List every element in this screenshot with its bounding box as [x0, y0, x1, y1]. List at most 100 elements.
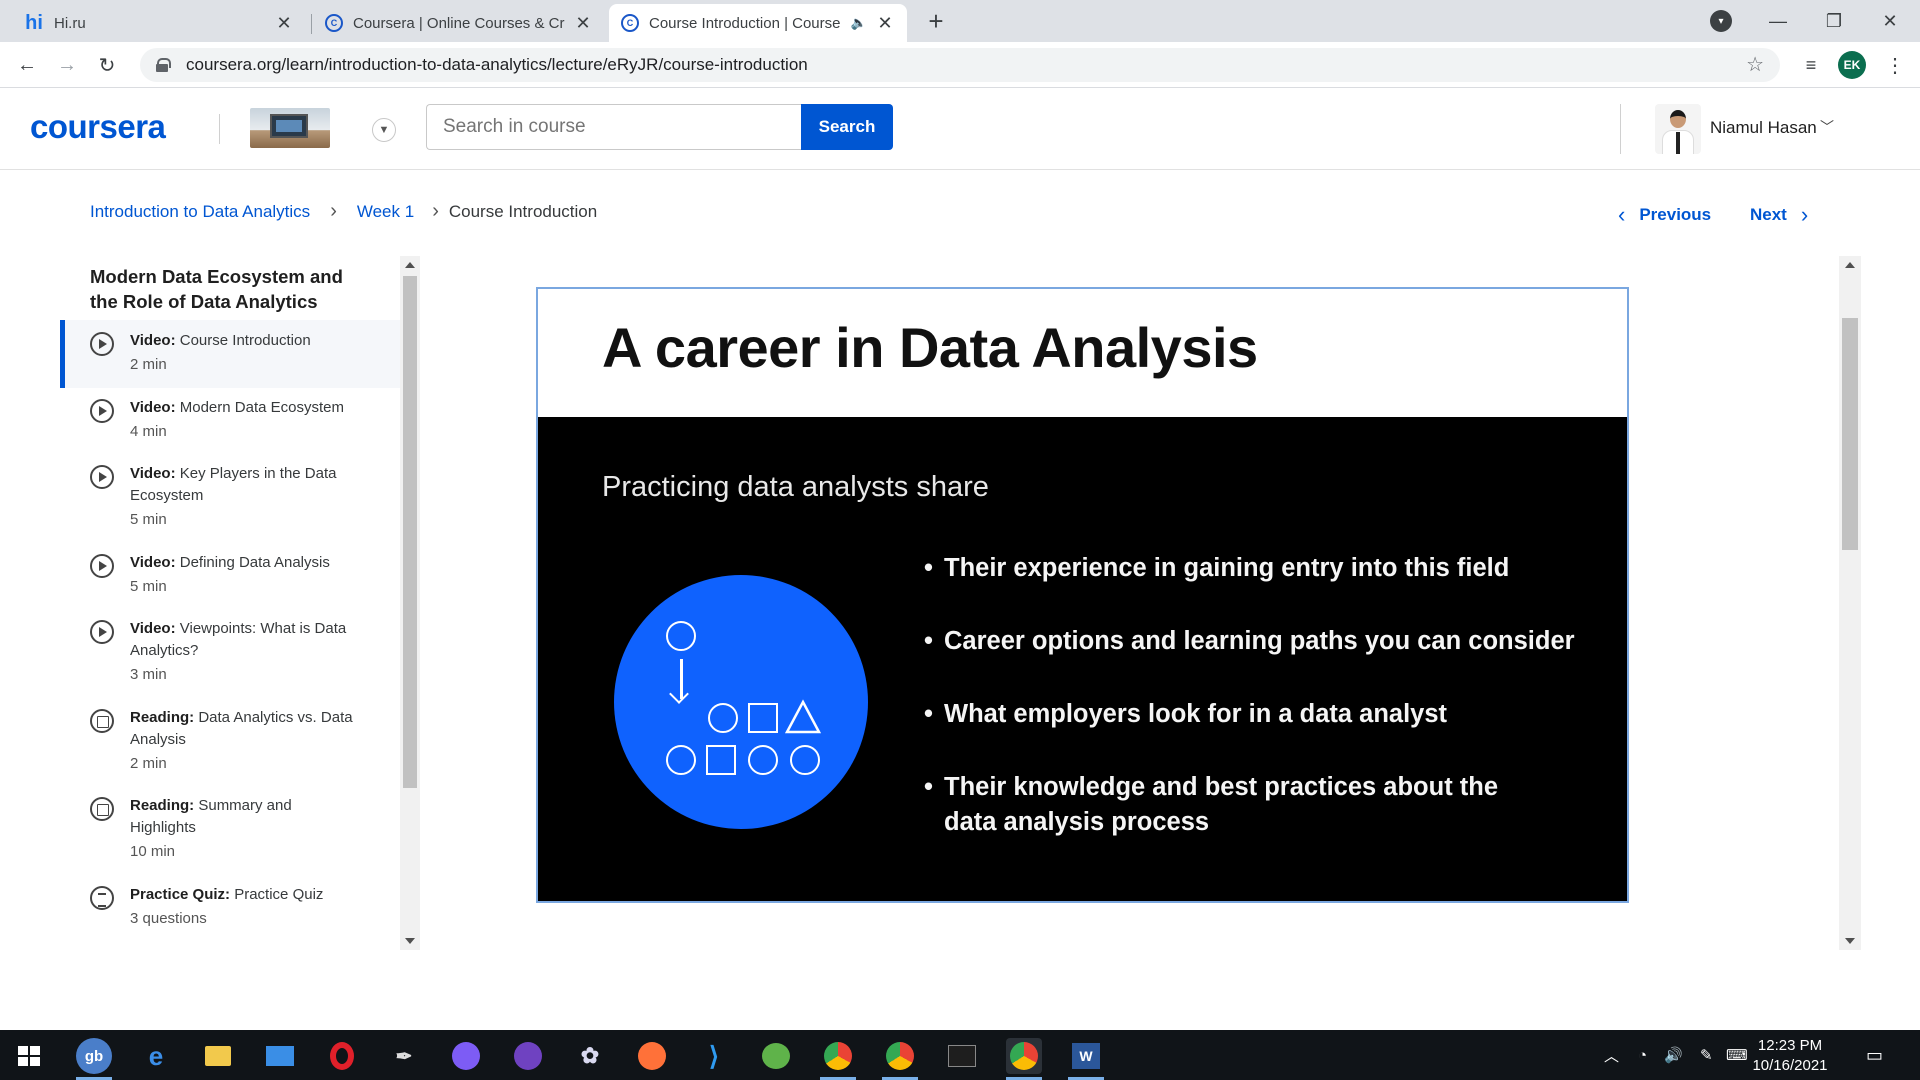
minimize-button[interactable]: — — [1750, 0, 1806, 42]
scroll-down-arrow-icon[interactable] — [1845, 938, 1855, 944]
sidebar-item-analytics-vs-analysis[interactable]: Reading: Data Analytics vs. Data Analysi… — [60, 697, 400, 775]
tab-coursera-home[interactable]: C Coursera | Online Courses & Cred ✕ — [313, 4, 605, 42]
maximize-button[interactable]: ❐ — [1806, 0, 1862, 42]
sidebar-item-course-introduction[interactable]: Video: Course Introduction 2 min — [60, 320, 400, 388]
scroll-up-arrow-icon[interactable] — [1845, 262, 1855, 268]
address-bar[interactable]: coursera.org/learn/introduction-to-data-… — [140, 48, 1780, 82]
tab-course-introduction[interactable]: C Course Introduction | Course 🔈 ✕ — [609, 4, 907, 42]
menu-kebab-icon[interactable]: ⋮ — [1880, 50, 1910, 80]
sidebar-item-key-players[interactable]: Video: Key Players in the Data Ecosystem… — [60, 453, 400, 531]
play-icon — [90, 332, 114, 356]
chevron-right-icon: › — [1800, 202, 1809, 227]
chrome-profile-ek-icon[interactable] — [1006, 1038, 1042, 1080]
lock-icon[interactable] — [156, 58, 171, 72]
notifications-icon[interactable]: ▭ — [1866, 1030, 1883, 1080]
item-type: Practice Quiz: — [130, 886, 231, 903]
wifi-icon[interactable]: ◔ — [1638, 1030, 1647, 1080]
item-title: Modern Data Ecosystem — [179, 399, 344, 416]
previous-button[interactable]: ‹ Previous — [1604, 202, 1711, 228]
item-type: Reading: — [130, 797, 195, 814]
bookmark-star-icon[interactable]: ☆ — [1746, 52, 1764, 77]
mail-icon[interactable] — [262, 1038, 298, 1074]
profile-avatar[interactable]: EK — [1838, 51, 1866, 79]
tab-title: Hi.ru — [54, 14, 86, 32]
sidebar-item-summary-highlights[interactable]: Reading: Summary and Highlights 10 min — [60, 785, 400, 863]
course-thumbnail[interactable] — [250, 108, 330, 148]
chrome-alt-icon[interactable] — [882, 1038, 918, 1080]
pen-icon[interactable]: ✎ — [1700, 1030, 1713, 1080]
close-icon[interactable]: ✕ — [573, 13, 593, 34]
windows-taskbar: gb e ✒ ✿ ⟩ W ︿ ◔ 🔊 ✎ ⌨ 12:23 PM 10/16/20… — [0, 1030, 1920, 1080]
quiz-icon — [90, 886, 114, 910]
tab-hi-ru[interactable]: hi Hi.ru ✕ — [12, 4, 306, 42]
scrollbar-thumb[interactable] — [1842, 318, 1858, 550]
close-icon[interactable]: ✕ — [875, 13, 895, 34]
scroll-down-arrow-icon[interactable] — [405, 938, 415, 944]
reload-icon[interactable]: ↻ — [92, 50, 122, 80]
firefox-icon[interactable] — [634, 1038, 670, 1074]
pinwheel-app-icon[interactable]: ✿ — [572, 1038, 608, 1074]
terminal-icon[interactable] — [944, 1038, 980, 1074]
sidebar-item-modern-data-ecosystem[interactable]: Video: Modern Data Ecosystem 4 min — [60, 387, 400, 443]
breadcrumb-week-link[interactable]: Week 1 — [357, 202, 414, 222]
sidebar-item-defining-data-analysis[interactable]: Video: Defining Data Analysis 5 min — [60, 542, 400, 598]
page-scrollbar[interactable] — [1839, 256, 1861, 950]
browser-toolbar: ← → ↻ coursera.org/learn/introduction-to… — [0, 42, 1920, 88]
breadcrumb-course-link[interactable]: Introduction to Data Analytics — [90, 202, 310, 222]
github-desktop-icon[interactable] — [510, 1038, 546, 1074]
forward-arrow-icon[interactable]: → — [52, 50, 82, 80]
show-hidden-icons-icon[interactable]: ︿ — [1604, 1030, 1619, 1080]
header-divider — [1620, 104, 1621, 154]
chevron-down-icon[interactable]: ﹀ — [1820, 117, 1834, 137]
item-type: Video: — [130, 554, 176, 571]
previous-label: Previous — [1639, 205, 1712, 224]
window-close-button[interactable]: ✕ — [1862, 0, 1918, 42]
opera-icon[interactable] — [324, 1038, 360, 1074]
slide-bullets: Their experience in gaining entry into t… — [924, 551, 1604, 878]
search-button[interactable]: Search — [801, 104, 893, 150]
word-icon[interactable]: W — [1068, 1038, 1104, 1080]
coursera-logo[interactable]: coursera — [30, 108, 166, 146]
breadcrumb-current: Course Introduction — [448, 201, 598, 221]
gb-app-icon[interactable]: gb — [76, 1038, 112, 1080]
inkscape-icon[interactable]: ✒ — [386, 1038, 422, 1074]
sidebar-item-viewpoints[interactable]: Video: Viewpoints: What is Data Analytic… — [60, 608, 400, 686]
chevron-left-icon: ‹ — [1618, 202, 1626, 227]
close-icon[interactable]: ✕ — [274, 13, 294, 34]
file-explorer-icon[interactable] — [200, 1038, 236, 1074]
user-name[interactable]: Niamul Hasan — [1710, 118, 1817, 138]
scrollbar-thumb[interactable] — [403, 276, 417, 788]
shapes-illustration-icon — [614, 575, 868, 829]
vscode-icon[interactable]: ⟩ — [696, 1038, 732, 1074]
slide-bullet: Their knowledge and best practices about… — [924, 770, 1504, 840]
coursera-icon: C — [621, 14, 639, 32]
speaker-icon[interactable]: 🔈 — [851, 15, 867, 31]
back-arrow-icon[interactable]: ← — [12, 50, 42, 80]
edge-icon[interactable]: e — [138, 1038, 174, 1074]
search-input[interactable] — [426, 104, 802, 150]
tab-search-icon[interactable]: ▾ — [1710, 10, 1732, 32]
item-duration: 2 min — [130, 356, 167, 373]
item-type: Video: — [130, 465, 176, 482]
tab-title: Coursera | Online Courses & Cred — [353, 14, 565, 32]
sidebar-scrollbar[interactable] — [400, 256, 420, 950]
messenger-icon[interactable] — [448, 1038, 484, 1074]
chevron-down-icon[interactable]: ▼ — [372, 118, 396, 142]
play-icon — [90, 554, 114, 578]
breadcrumb: Introduction to Data Analytics › Week 1 … — [90, 200, 597, 223]
next-label: Next — [1750, 205, 1787, 224]
new-tab-button[interactable]: + — [922, 6, 950, 37]
reading-list-icon[interactable]: ≡ — [1796, 50, 1826, 80]
item-duration: 3 min — [130, 666, 167, 683]
windows-start-icon[interactable] — [18, 1046, 40, 1066]
video-player[interactable]: A career in Data Analysis Practicing dat… — [536, 287, 1629, 903]
system-clock[interactable]: 12:23 PM 10/16/2021 — [1745, 1036, 1835, 1076]
volume-icon[interactable]: 🔊 — [1664, 1030, 1683, 1080]
next-button[interactable]: Next › — [1750, 202, 1822, 228]
sidebar-item-practice-quiz[interactable]: Practice Quiz: Practice Quiz 3 questions — [60, 874, 400, 930]
earth-app-icon[interactable] — [758, 1038, 794, 1074]
avatar[interactable] — [1655, 104, 1701, 154]
scroll-up-arrow-icon[interactable] — [405, 262, 415, 268]
header-divider — [219, 114, 220, 144]
chrome-icon[interactable] — [820, 1038, 856, 1080]
